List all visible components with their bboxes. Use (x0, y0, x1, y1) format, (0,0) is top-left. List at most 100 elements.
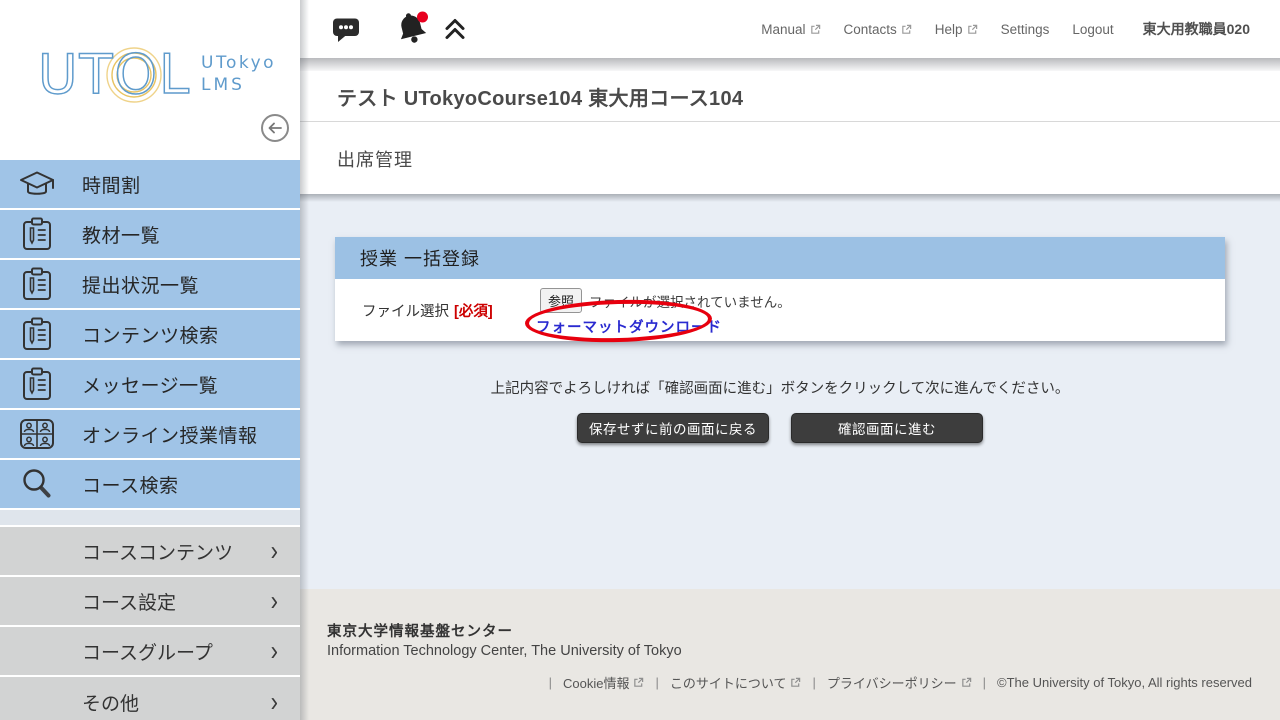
notification-badge-dot (417, 12, 428, 23)
chevron-right-icon: › (271, 587, 278, 615)
nav-link-contacts[interactable]: Contacts (844, 22, 912, 37)
browse-file-button[interactable]: 参照 (540, 288, 582, 313)
utol-logo: UTOL UTokyo LMS (38, 42, 288, 112)
external-link-icon (901, 24, 912, 35)
sidebar-item-course-group[interactable]: コースグループ › (0, 627, 300, 675)
footer-separator: | (655, 675, 658, 690)
external-link-icon (967, 24, 978, 35)
clipboard-icon (17, 367, 57, 401)
external-link-icon (633, 677, 644, 688)
sidebar-item-label: 時間割 (82, 171, 141, 198)
file-select-label-group: ファイル選択 [必須] (362, 279, 493, 341)
footer-separator: | (983, 675, 986, 690)
panel-title: 授業 一括登録 (360, 245, 480, 271)
footer-link-label: このサイトについて (670, 673, 787, 692)
nav-link-label: Manual (761, 22, 805, 37)
sidebar-item-timetable[interactable]: 時間割 (0, 160, 300, 208)
main-content: 授業 一括登録 ファイル選択 [必須] 参照 ファイルが選択されていません。 フ… (300, 194, 1280, 589)
footer-org-name-en: Information Technology Center, The Unive… (327, 643, 682, 659)
no-file-selected-text: ファイルが選択されていません。 (589, 291, 791, 311)
footer-separator: | (549, 675, 552, 690)
top-bar: Manual Contacts Help Settings (300, 0, 1280, 58)
chevron-right-icon: › (271, 688, 278, 716)
clipboard-icon (17, 217, 57, 251)
clipboard-icon (17, 317, 57, 351)
arrow-left-icon (267, 121, 283, 135)
nav-link-label: Help (935, 22, 963, 37)
sidebar-item-submissions[interactable]: 提出状況一覧 (0, 260, 300, 308)
topbar-shadow (300, 58, 1280, 71)
proceed-to-confirm-button[interactable]: 確認画面に進む (791, 413, 983, 443)
external-link-icon (790, 677, 801, 688)
logo-sub-text-2: LMS (201, 75, 245, 95)
sidebar-collapse-button[interactable] (261, 114, 289, 142)
file-select-label: ファイル選択 (362, 300, 449, 321)
sidebar-menu: 時間割 教材一覧 (0, 160, 300, 720)
sidebar: UTOL UTokyo LMS 時間割 (0, 0, 300, 720)
sidebar-subitem-label: その他 (82, 689, 139, 716)
sidebar-item-label: オンライン授業情報 (82, 421, 258, 448)
sidebar-item-course-contents[interactable]: コースコンテンツ › (0, 527, 300, 575)
required-badge: [必須] (454, 300, 493, 321)
logo-main-text: UTOL (38, 43, 191, 106)
course-title-block: テスト UTokyoCourse104 東大用コース104 (300, 71, 1280, 122)
sidebar-item-label: 提出状況一覧 (82, 271, 199, 298)
course-title: テスト UTokyoCourse104 東大用コース104 (337, 82, 743, 111)
messages-bubble-icon[interactable] (331, 16, 361, 43)
utol-lms-page: UTOL UTokyo LMS 時間割 (0, 0, 1280, 720)
sidebar-item-materials[interactable]: 教材一覧 (0, 210, 300, 258)
file-input-control: 参照 ファイルが選択されていません。 フォーマットダウンロード (540, 288, 791, 337)
top-navigation: Manual Contacts Help Settings (761, 0, 1250, 58)
logged-in-username: 東大用教職員020 (1143, 19, 1250, 39)
sidebar-item-label: 教材一覧 (82, 221, 160, 248)
panel-header: 授業 一括登録 (335, 237, 1225, 279)
sidebar-item-online-class[interactable]: オンライン授業情報 (0, 410, 300, 458)
footer-link-privacy-policy[interactable]: プライバシーポリシー (827, 673, 972, 692)
footer-link-label: Cookie情報 (563, 673, 629, 692)
collapse-header-icon[interactable] (443, 17, 467, 41)
footer-link-label: プライバシーポリシー (827, 673, 957, 692)
bulk-register-panel: 授業 一括登録 ファイル選択 [必須] 参照 ファイルが選択されていません。 フ… (335, 237, 1225, 341)
sidebar-item-course-search[interactable]: コース検索 (0, 460, 300, 508)
online-class-grid-icon (17, 418, 57, 450)
chevron-right-icon: › (271, 537, 278, 565)
footer-separator: | (812, 675, 815, 690)
sidebar-item-others[interactable]: その他 › (0, 677, 300, 720)
nav-link-label: Settings (1001, 22, 1050, 37)
back-without-save-button[interactable]: 保存せずに前の画面に戻る (577, 413, 769, 443)
nav-link-label: Logout (1072, 22, 1113, 37)
sidebar-subitem-label: コースグループ (82, 638, 213, 665)
nav-link-manual[interactable]: Manual (761, 22, 820, 37)
sidebar-item-course-settings[interactable]: コース設定 › (0, 577, 300, 625)
logo-area: UTOL UTokyo LMS (0, 0, 300, 160)
sidebar-item-messages[interactable]: メッセージ一覧 (0, 360, 300, 408)
sidebar-divider-strip (0, 510, 300, 525)
format-download-link[interactable]: フォーマットダウンロード (536, 316, 722, 337)
copyright-text: ©The University of Tokyo, All rights res… (997, 675, 1252, 690)
notifications-bell-icon[interactable] (394, 10, 432, 46)
action-button-row: 保存せずに前の画面に戻る 確認画面に進む (335, 413, 1225, 443)
nav-link-help[interactable]: Help (935, 22, 978, 37)
footer-links-row: | Cookie情報 | このサイトについて | プライバシーポリシー (549, 673, 1252, 692)
external-link-icon (961, 677, 972, 688)
graduation-cap-icon (17, 169, 57, 199)
page-title: 出席管理 (337, 146, 413, 172)
sidebar-item-label: メッセージ一覧 (82, 371, 218, 398)
footer-org-name-jp: 東京大学情報基盤センター (327, 620, 513, 641)
clipboard-icon (17, 267, 57, 301)
search-icon (17, 467, 57, 501)
external-link-icon (810, 24, 821, 35)
panel-body: ファイル選択 [必須] 参照 ファイルが選択されていません。 フォーマットダウン… (335, 279, 1225, 341)
page-title-block: 出席管理 (300, 123, 1280, 194)
nav-link-label: Contacts (844, 22, 897, 37)
sidebar-item-label: コース検索 (82, 471, 179, 498)
nav-link-settings[interactable]: Settings (1001, 22, 1050, 37)
sidebar-subitem-label: コースコンテンツ (82, 538, 233, 565)
footer-link-cookie[interactable]: Cookie情報 (563, 673, 644, 692)
page-footer: 東京大学情報基盤センター Information Technology Cent… (300, 589, 1280, 720)
sidebar-item-content-search[interactable]: コンテンツ検索 (0, 310, 300, 358)
instruction-text: 上記内容でよろしければ「確認画面に進む」ボタンをクリックして次に進んでください。 (335, 377, 1225, 398)
nav-link-logout[interactable]: Logout (1072, 22, 1113, 37)
sidebar-item-label: コンテンツ検索 (82, 321, 219, 348)
footer-link-about-site[interactable]: このサイトについて (670, 673, 802, 692)
